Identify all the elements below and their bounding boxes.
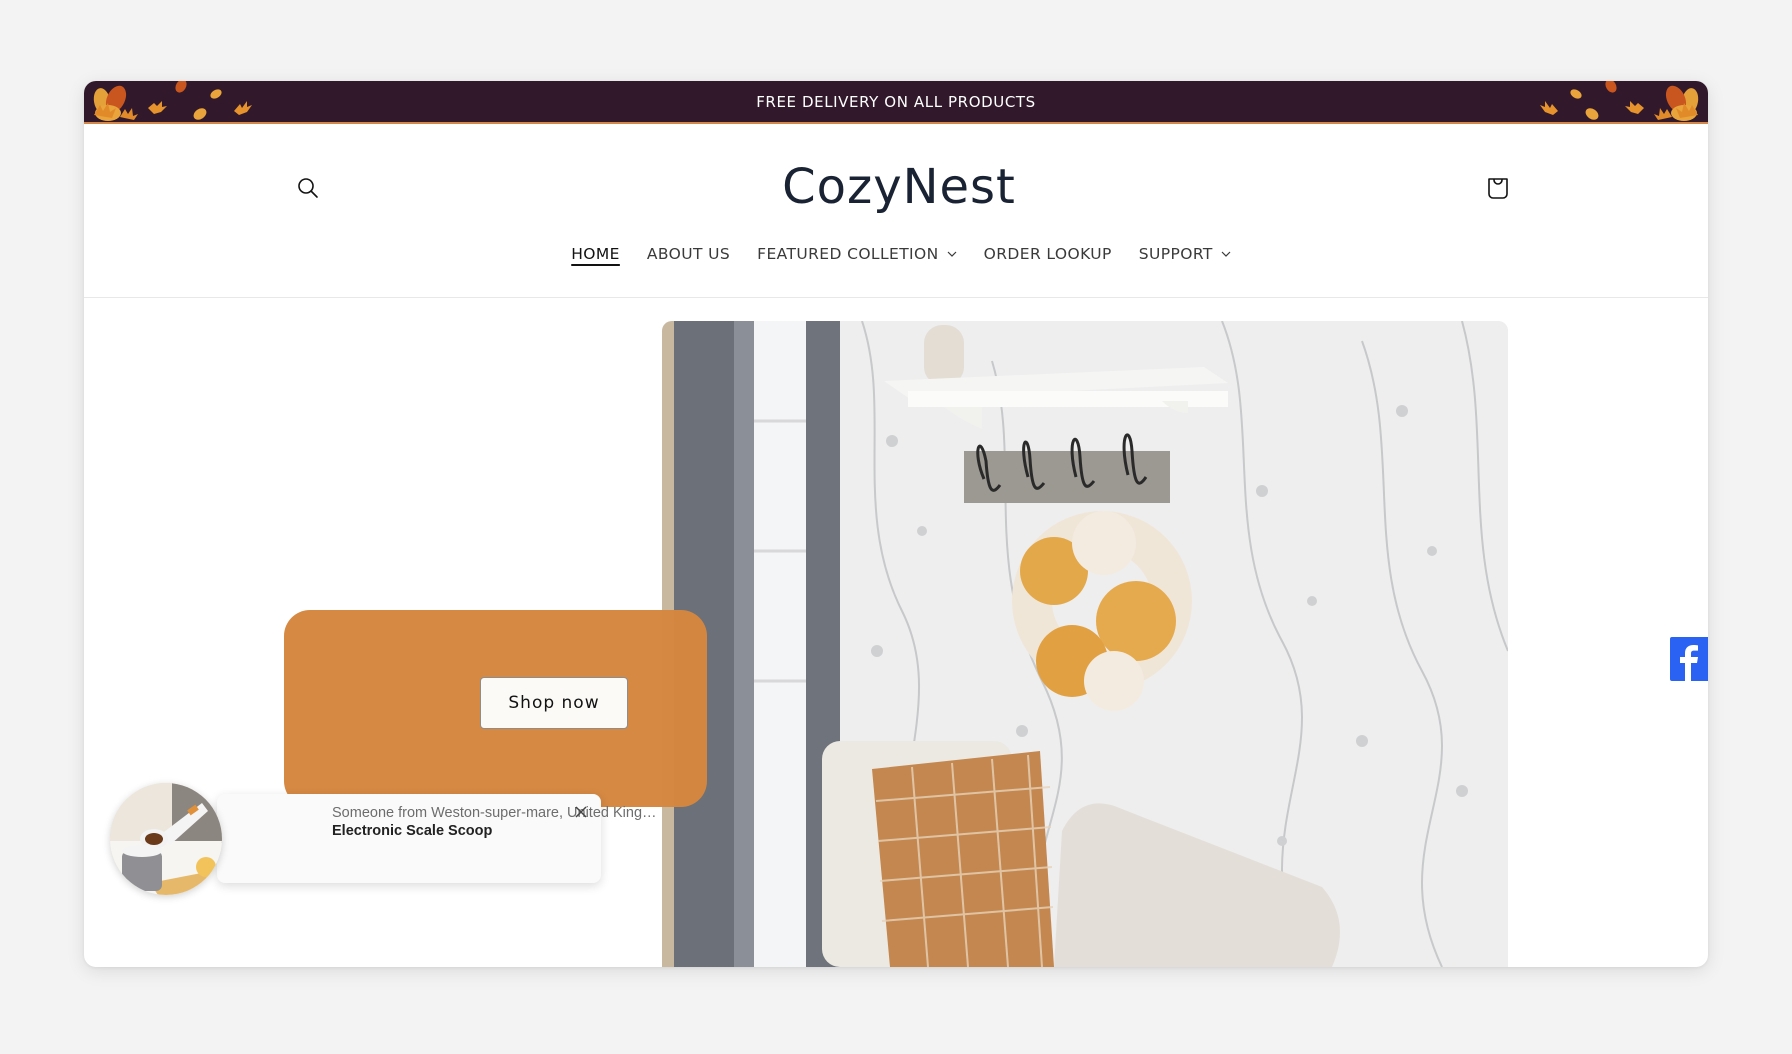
logo-text: CozyNest xyxy=(782,159,1016,215)
announcement-bar: FREE DELIVERY ON ALL PRODUCTS xyxy=(84,81,1708,124)
nav-about-us-label: ABOUT US xyxy=(646,245,731,263)
store-logo[interactable]: CozyNest xyxy=(774,154,1024,220)
nav-order-lookup[interactable]: ORDER LOOKUP xyxy=(984,245,1112,263)
autumn-leaves-decoration xyxy=(93,81,252,121)
search-button[interactable] xyxy=(290,170,326,206)
shopping-bag-icon xyxy=(1488,178,1508,199)
nav-featured-collection-label: FEATURED COLLETION xyxy=(757,245,939,263)
notification-product[interactable]: Electronic Scale Scoop xyxy=(332,823,492,839)
search-icon xyxy=(298,178,318,198)
chevron-down-icon xyxy=(947,251,957,257)
notification-close-button[interactable] xyxy=(571,802,591,822)
hero-image xyxy=(662,321,1508,967)
nav-home[interactable]: HOME xyxy=(571,245,620,263)
nav-support[interactable]: SUPPORT xyxy=(1139,245,1231,263)
nav-support-label: SUPPORT xyxy=(1138,245,1213,263)
close-icon xyxy=(575,806,587,818)
notification-product-image[interactable] xyxy=(110,783,222,895)
store-page: FREE DELIVERY ON ALL PRODUCTS CozyNest H… xyxy=(84,81,1708,967)
facebook-button[interactable] xyxy=(1670,637,1708,681)
autumn-leaves-decoration xyxy=(1540,81,1699,121)
main-nav: HOME ABOUT US FEATURED COLLETION ORDER L… xyxy=(84,234,1708,274)
nav-about-us[interactable]: ABOUT US xyxy=(647,245,730,263)
chevron-down-icon xyxy=(1221,251,1231,257)
scale-scoop-photo xyxy=(110,783,222,895)
nav-order-lookup-label: ORDER LOOKUP xyxy=(983,245,1112,263)
facebook-icon xyxy=(1680,645,1698,681)
nav-featured-collection[interactable]: FEATURED COLLETION xyxy=(757,245,957,263)
sales-notification[interactable]: Someone from Weston-super-mare, United K… xyxy=(217,794,657,883)
entryway-photo xyxy=(662,321,1508,967)
announcement-text: FREE DELIVERY ON ALL PRODUCTS xyxy=(756,92,1036,111)
site-header: CozyNest HOME ABOUT US FEATURED COLLETIO… xyxy=(84,124,1708,298)
shop-now-button[interactable]: Shop now xyxy=(480,677,628,729)
nav-home-label: HOME xyxy=(571,245,620,263)
cart-button[interactable] xyxy=(1480,170,1516,206)
notification-message: Someone from Weston-super-mare, United K… xyxy=(332,805,657,821)
